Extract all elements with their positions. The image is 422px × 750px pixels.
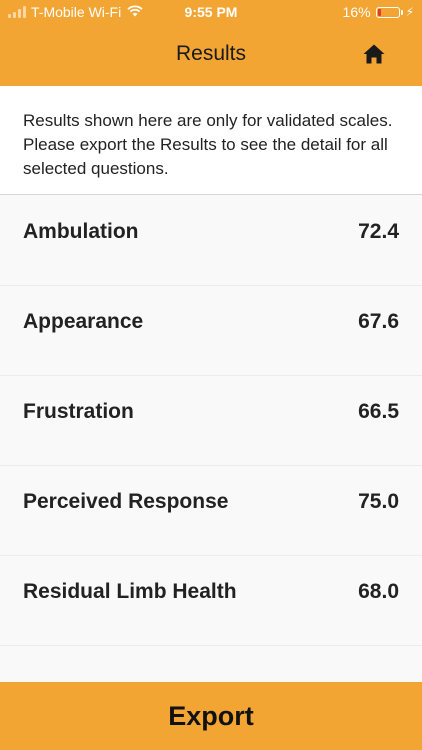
battery-fill: [377, 8, 381, 16]
status-right: 16% ⚡: [343, 4, 414, 20]
result-score: 75.0: [358, 490, 399, 513]
result-label: Ambulation: [23, 220, 139, 243]
result-row-frustration: Frustration 66.5: [0, 376, 422, 466]
result-row-residual-limb-health: Residual Limb Health 68.0: [0, 556, 422, 646]
charging-icon: ⚡: [405, 5, 414, 19]
result-row-appearance: Appearance 67.6: [0, 286, 422, 376]
result-label: Perceived Response: [23, 490, 229, 513]
result-label: Appearance: [23, 310, 144, 333]
top-bar: T-Mobile Wi-Fi 9:55 PM 16% ⚡ Results: [0, 0, 422, 86]
result-row-ambulation: Ambulation 72.4: [0, 196, 422, 286]
battery-percent: 16%: [342, 4, 371, 20]
result-score: 66.5: [358, 400, 399, 423]
result-score: 67.6: [358, 310, 399, 333]
home-icon: [363, 44, 385, 64]
page-title: Results: [175, 42, 247, 65]
result-score: 68.0: [358, 580, 399, 603]
result-row-perceived-response: Perceived Response 75.0: [0, 466, 422, 556]
result-label: Frustration: [23, 400, 134, 423]
home-button[interactable]: [362, 42, 386, 66]
status-bar: T-Mobile Wi-Fi 9:55 PM 16% ⚡: [0, 0, 422, 24]
export-button[interactable]: Export: [0, 682, 422, 750]
battery-icon: [375, 6, 403, 18]
results-list: Ambulation 72.4 Appearance 67.6 Frustrat…: [0, 196, 422, 646]
result-label: Residual Limb Health: [23, 580, 237, 603]
result-score: 72.4: [358, 220, 399, 243]
validated-scales-notice: Results shown here are only for validate…: [0, 86, 422, 195]
notice-text: Results shown here are only for validate…: [23, 111, 393, 178]
